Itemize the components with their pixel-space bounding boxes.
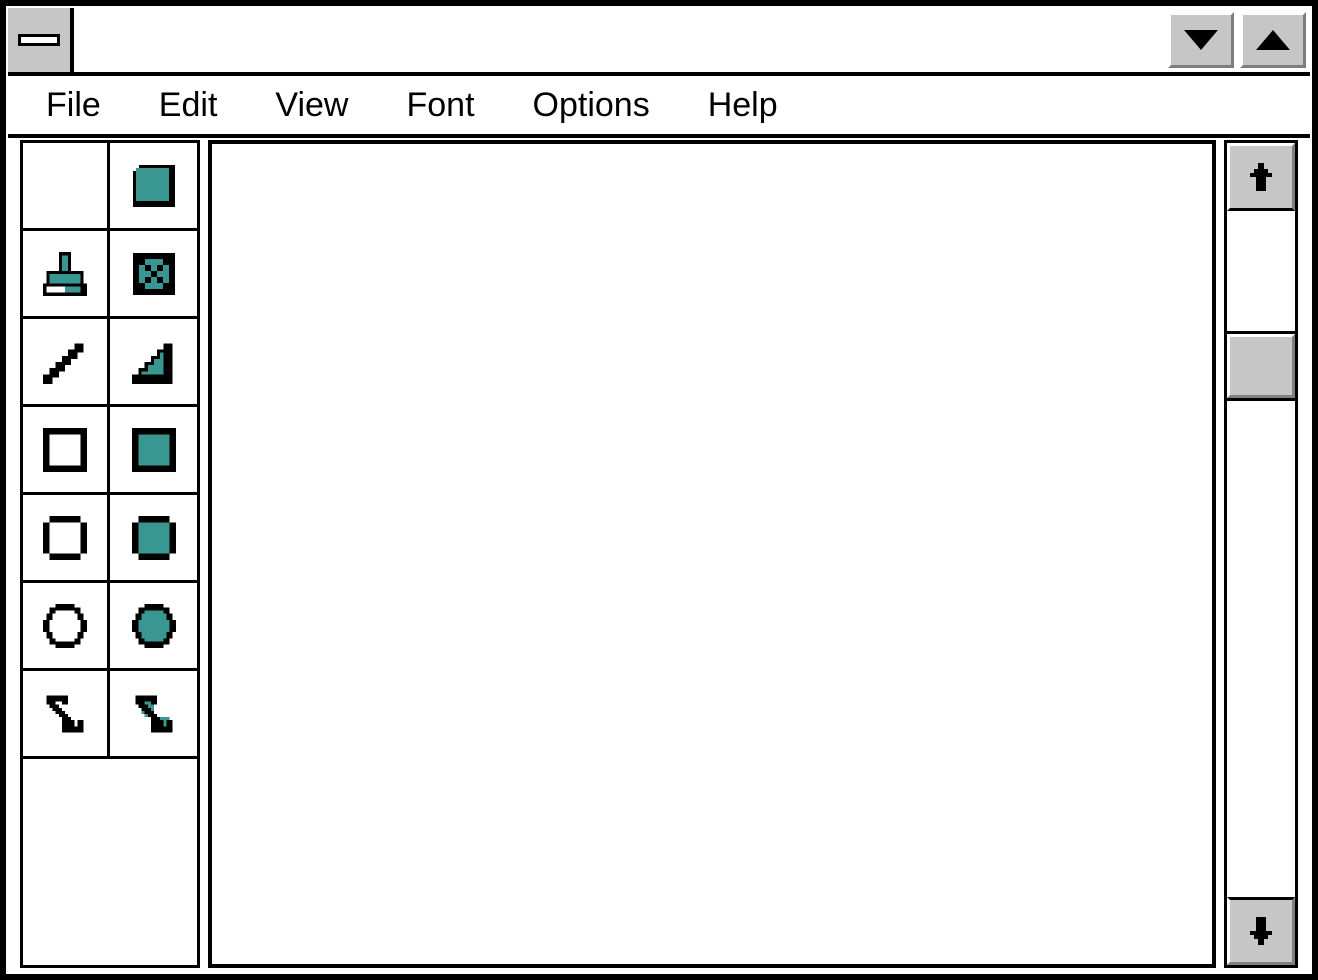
rectangle-filled-icon <box>131 427 176 472</box>
window-body: File Edit View Font Options Help <box>8 8 1310 972</box>
drawing-canvas[interactable] <box>208 140 1216 968</box>
tool-polygon-filled[interactable] <box>110 671 197 759</box>
arrow-down-icon <box>1250 917 1272 945</box>
rectangle-outline-icon <box>43 427 87 472</box>
window-title <box>74 8 1162 72</box>
crossed-box-icon <box>132 252 175 295</box>
scroll-up-button[interactable] <box>1227 143 1295 211</box>
menu-item-edit[interactable]: Edit <box>159 88 218 122</box>
minimize-bar-icon <box>18 34 60 46</box>
toolbox-empty-area <box>23 759 197 965</box>
arrow-up-icon <box>1250 163 1272 191</box>
window-frame: File Edit View Font Options Help <box>4 4 1314 976</box>
tool-rounded-rect-filled[interactable] <box>110 495 197 583</box>
menu-item-font[interactable]: Font <box>406 88 474 122</box>
scroll-down-button[interactable] <box>1227 897 1295 965</box>
vertical-scrollbar[interactable] <box>1224 140 1298 968</box>
toolbox-panel <box>20 140 200 968</box>
polygon-filled-icon <box>134 694 173 733</box>
application-window: File Edit View Font Options Help <box>0 0 1318 980</box>
scroll-thumb[interactable] <box>1227 331 1295 402</box>
polygon-outline-icon <box>46 694 84 733</box>
tool-line[interactable] <box>23 319 110 407</box>
menu-item-file[interactable]: File <box>46 88 101 122</box>
system-menu-button[interactable] <box>8 8 74 72</box>
menu-bar: File Edit View Font Options Help <box>8 76 1310 138</box>
tool-polygon-outline[interactable] <box>23 671 110 759</box>
menu-item-options[interactable]: Options <box>533 88 650 122</box>
tool-grid <box>23 143 197 759</box>
minimize-button[interactable] <box>1168 12 1234 68</box>
filled-triangle-icon <box>131 342 173 384</box>
canvas-surface[interactable] <box>212 144 1212 964</box>
ellipse-filled-icon <box>131 603 176 648</box>
tool-rounded-rect-outline[interactable] <box>23 495 110 583</box>
rounded-rect-outline-icon <box>43 515 87 560</box>
maximize-button[interactable] <box>1240 12 1306 68</box>
title-bar[interactable] <box>8 8 1310 76</box>
triangle-up-icon <box>1256 30 1290 50</box>
tool-rectangle-filled[interactable] <box>110 407 197 495</box>
line-icon <box>43 342 84 384</box>
triangle-down-icon <box>1184 30 1218 50</box>
rounded-rect-filled-icon <box>131 515 176 560</box>
tool-filled-triangle[interactable] <box>110 319 197 407</box>
work-area <box>8 138 1310 972</box>
stamp-icon <box>43 251 87 296</box>
tool-rectangle-outline[interactable] <box>23 407 110 495</box>
tool-filled-square[interactable] <box>110 143 197 231</box>
menu-item-help[interactable]: Help <box>708 88 778 122</box>
tool-blank[interactable] <box>23 143 110 231</box>
tool-stamp[interactable] <box>23 231 110 319</box>
menu-item-view[interactable]: View <box>275 88 348 122</box>
scroll-track[interactable] <box>1227 211 1295 897</box>
tool-ellipse-outline[interactable] <box>23 583 110 671</box>
ellipse-outline-icon <box>43 603 87 648</box>
tool-select-box[interactable] <box>110 231 197 319</box>
title-bar-controls <box>1162 8 1310 72</box>
tool-ellipse-filled[interactable] <box>110 583 197 671</box>
filled-square-icon <box>132 164 175 207</box>
